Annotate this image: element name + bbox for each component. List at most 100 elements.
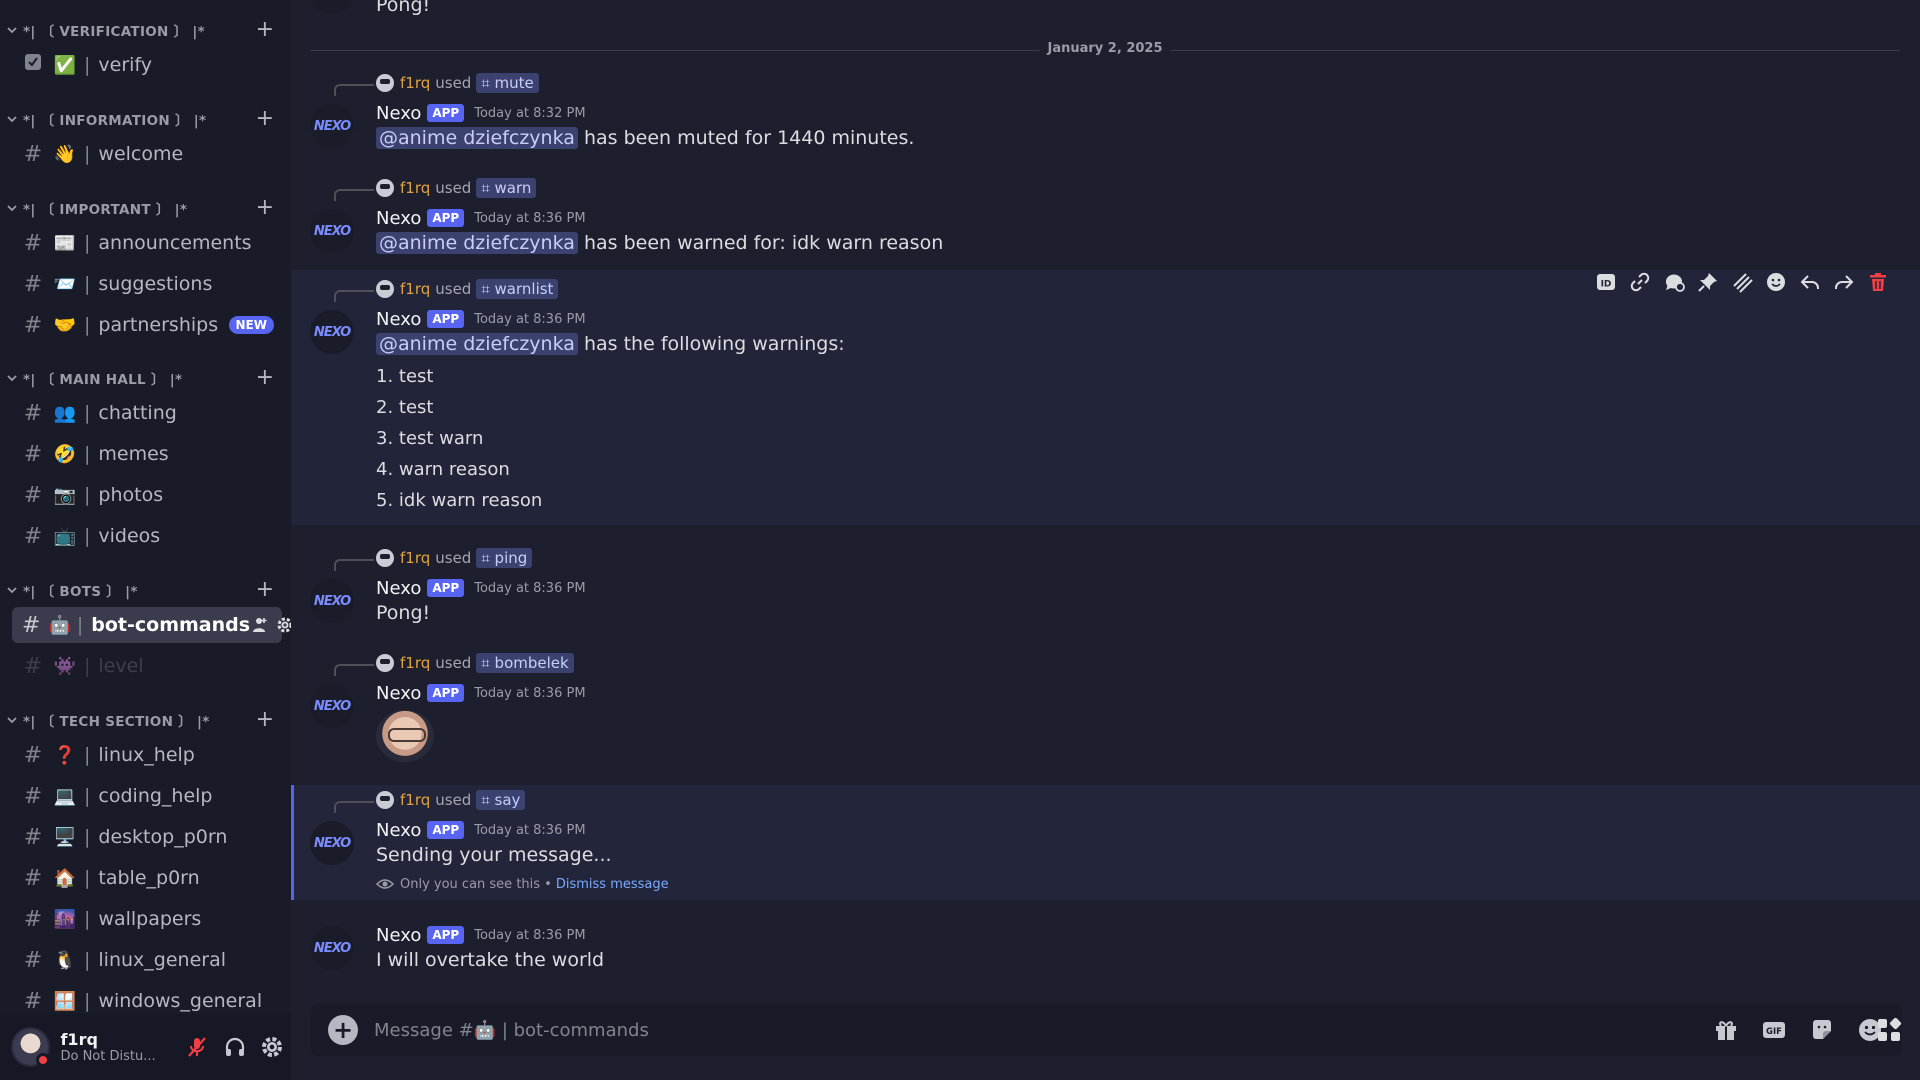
- command-reply[interactable]: f1rq used ⌗ warnlist: [376, 278, 559, 300]
- invoker-name[interactable]: f1rq: [400, 791, 430, 809]
- command-pill[interactable]: ⌗ say: [476, 790, 526, 810]
- copy-link-button[interactable]: [1626, 268, 1654, 296]
- reply-button[interactable]: [1796, 268, 1824, 296]
- command-pill[interactable]: ⌗ bombelek: [476, 653, 574, 673]
- mute-mic-button[interactable]: [179, 1028, 216, 1066]
- create-channel-button[interactable]: +: [251, 108, 279, 130]
- author-name[interactable]: Nexo: [376, 208, 421, 229]
- category-important[interactable]: *| 〔 IMPORTANT 〕 |* +: [0, 194, 291, 222]
- invoker-name[interactable]: f1rq: [400, 74, 430, 92]
- user-settings-button[interactable]: [254, 1028, 291, 1066]
- gear-icon[interactable]: [276, 616, 291, 634]
- create-channel-button[interactable]: +: [251, 709, 279, 731]
- message[interactable]: f1rq used ⌗ warn NEXO Nexo APP Today at …: [291, 175, 1920, 265]
- channel-level[interactable]: # 👾 | level: [12, 648, 282, 684]
- category-main-hall[interactable]: *| 〔 MAIN HALL 〕 |* +: [0, 364, 291, 392]
- robot-icon: [376, 549, 394, 567]
- channel-memes[interactable]: # 🤣 | memes: [12, 436, 282, 472]
- command-reply[interactable]: f1rq used ⌗ say: [376, 789, 526, 811]
- author-name[interactable]: Nexo: [376, 820, 421, 841]
- avatar[interactable]: NEXO: [310, 104, 354, 148]
- command-reply[interactable]: f1rq used ⌗ ping: [376, 547, 533, 569]
- ephemeral-message[interactable]: f1rq used ⌗ say NEXO Nexo APP Today at 8…: [291, 785, 1920, 900]
- avatar[interactable]: NEXO: [310, 310, 354, 354]
- channel-windows-general[interactable]: # 🪟 | windows_general: [12, 983, 282, 1014]
- invoker-name[interactable]: f1rq: [400, 179, 430, 197]
- channel-bot-commands[interactable]: # 🤖 | bot-commands: [12, 607, 291, 643]
- channel-linux-help[interactable]: # ❓ | linux_help: [12, 737, 282, 773]
- message-input[interactable]: [374, 1019, 1698, 1041]
- channel-emoji: 🌆: [53, 908, 77, 930]
- invoker-name[interactable]: f1rq: [400, 549, 430, 567]
- create-channel-button[interactable]: +: [251, 197, 279, 219]
- avatar[interactable]: NEXO: [310, 821, 354, 865]
- gif-button[interactable]: GIF: [1754, 1010, 1794, 1050]
- category-tech-section[interactable]: *| 〔 TECH SECTION 〕 |* +: [0, 706, 291, 734]
- channel-partnerships[interactable]: # 🤝 | partnerships NEW: [12, 307, 282, 343]
- channel-linux-general[interactable]: # 🐧 | linux_general: [12, 942, 282, 978]
- category-information[interactable]: *| 〔 INFORMATION 〕 |* +: [0, 105, 291, 133]
- mark-unread-button[interactable]: [1728, 268, 1756, 296]
- invoker-name[interactable]: f1rq: [400, 654, 430, 672]
- user-mention[interactable]: @anime dziefczynka: [376, 232, 578, 254]
- command-pill[interactable]: ⌗ mute: [476, 73, 539, 93]
- upload-button[interactable]: +: [328, 1015, 358, 1045]
- apps-button[interactable]: [1869, 1010, 1909, 1050]
- channel-table-p0rn[interactable]: # 🏠 | table_p0rn: [12, 860, 282, 896]
- create-thread-button[interactable]: [1660, 268, 1688, 296]
- user-mention[interactable]: @anime dziefczynka: [376, 333, 578, 355]
- app-badge: APP: [427, 821, 465, 839]
- create-channel-button[interactable]: +: [251, 19, 279, 41]
- channel-chatting[interactable]: # 👥 | chatting: [12, 395, 282, 431]
- channel-wallpapers[interactable]: # 🌆 | wallpapers: [12, 901, 282, 937]
- command-reply[interactable]: f1rq used ⌗ mute: [376, 72, 539, 94]
- avatar[interactable]: [11, 1027, 51, 1067]
- avatar[interactable]: NEXO: [310, 684, 354, 728]
- avatar[interactable]: NEXO: [310, 579, 354, 623]
- message[interactable]: f1rq used ⌗ ping NEXO Nexo APP Today at …: [291, 545, 1920, 635]
- channel-photos[interactable]: # 📷 | photos: [12, 477, 282, 513]
- pin-button[interactable]: [1694, 268, 1722, 296]
- channel-welcome[interactable]: # 👋 | welcome: [12, 136, 282, 172]
- author-name[interactable]: Nexo: [376, 578, 421, 599]
- copy-id-button[interactable]: ID: [1592, 268, 1620, 296]
- message[interactable]: NEXO Nexo APP Today at 8:36 PM I will ov…: [291, 920, 1920, 990]
- channel-videos[interactable]: # 📺 | videos: [12, 518, 282, 554]
- gift-button[interactable]: [1706, 1010, 1746, 1050]
- category-bots[interactable]: *| 〔 BOTS 〕 |* +: [0, 576, 291, 604]
- command-reply[interactable]: f1rq used ⌗ bombelek: [376, 652, 574, 674]
- command-reply[interactable]: f1rq used ⌗ warn: [376, 177, 537, 199]
- channel-suggestions[interactable]: # 📨 | suggestions: [12, 266, 282, 302]
- sticker-button[interactable]: [1802, 1010, 1842, 1050]
- author-name[interactable]: Nexo: [376, 683, 421, 704]
- channel-verify[interactable]: ✅ | verify: [12, 47, 282, 83]
- user-info[interactable]: f1rq Do Not Distu...: [60, 1030, 178, 1064]
- command-pill[interactable]: ⌗ warn: [476, 178, 537, 198]
- create-channel-button[interactable]: +: [251, 579, 279, 601]
- avatar[interactable]: NEXO: [310, 209, 354, 253]
- custom-emoji-image[interactable]: [376, 710, 434, 762]
- timestamp: Today at 8:36 PM: [474, 822, 586, 838]
- channel-coding-help[interactable]: # 💻 | coding_help: [12, 778, 282, 814]
- author-name[interactable]: Nexo: [376, 309, 421, 330]
- create-channel-button[interactable]: +: [251, 367, 279, 389]
- category-verification[interactable]: *| 〔 VERIFICATION 〕 |* +: [0, 16, 291, 44]
- forward-button[interactable]: [1830, 268, 1858, 296]
- author-name[interactable]: Nexo: [376, 103, 421, 124]
- command-pill[interactable]: ⌗ ping: [476, 548, 533, 568]
- create-invite-icon[interactable]: [250, 616, 268, 634]
- dismiss-message-link[interactable]: Dismiss message: [556, 877, 669, 892]
- message[interactable]: f1rq used ⌗ warnlist NEXO Nexo APP Today…: [291, 270, 1920, 525]
- user-mention[interactable]: @anime dziefczynka: [376, 127, 578, 149]
- message[interactable]: f1rq used ⌗ mute NEXO Nexo APP Today at …: [291, 70, 1920, 160]
- message[interactable]: f1rq used ⌗ bombelek NEXO Nexo APP Today…: [291, 650, 1920, 765]
- command-pill[interactable]: ⌗ warnlist: [476, 279, 559, 299]
- author-name[interactable]: Nexo: [376, 925, 421, 946]
- invoker-name[interactable]: f1rq: [400, 280, 430, 298]
- channel-desktop-p0rn[interactable]: # 🖥️ | desktop_p0rn: [12, 819, 282, 855]
- channel-announcements[interactable]: # 📰 | announcements: [12, 225, 282, 261]
- deafen-button[interactable]: [216, 1028, 253, 1066]
- delete-button[interactable]: [1864, 268, 1892, 296]
- add-reaction-button[interactable]: [1762, 268, 1790, 296]
- avatar[interactable]: NEXO: [310, 926, 354, 970]
